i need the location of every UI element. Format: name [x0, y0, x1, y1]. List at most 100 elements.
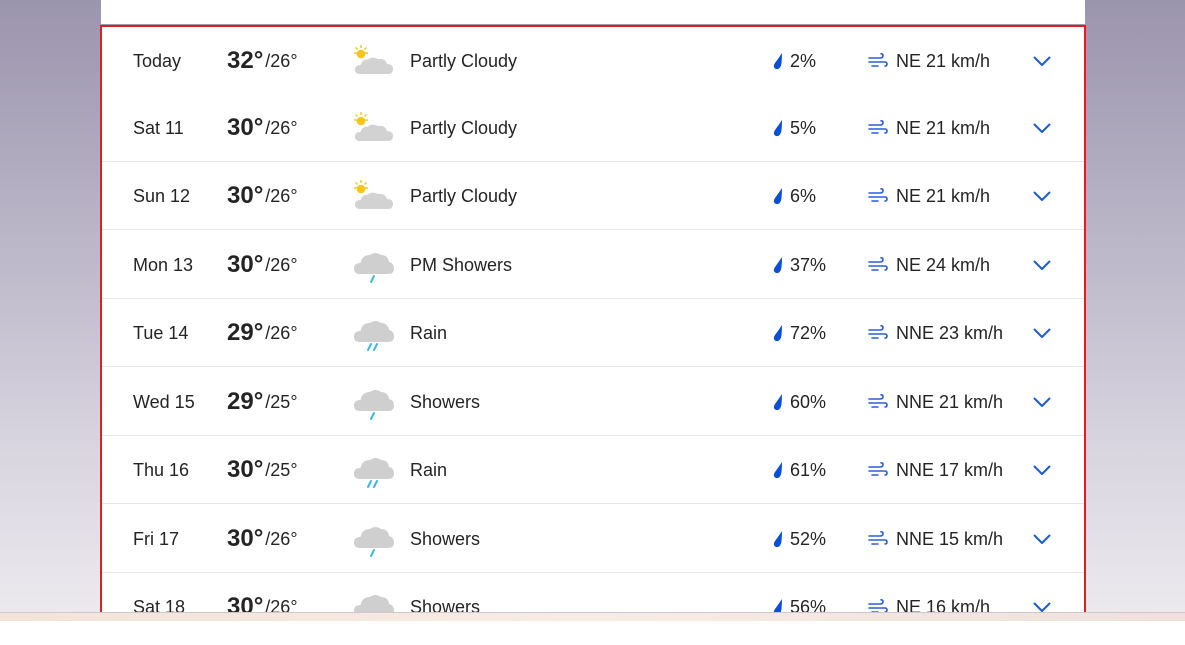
precip-value: 60% [790, 391, 827, 412]
precip-value: 61% [790, 459, 827, 480]
chevron-down-icon[interactable] [1030, 436, 1054, 504]
low-temp: /25° [265, 391, 298, 412]
rain-icon [351, 436, 395, 504]
low-temp: /26° [265, 254, 298, 275]
chevron-down-icon[interactable] [1030, 368, 1054, 436]
forecast-row[interactable]: Mon 13 30°/26° PM Showers 37% NE 24 km/h [102, 231, 1084, 299]
raindrop-icon [773, 394, 782, 411]
wind-value: NE 24 km/h [896, 254, 991, 275]
high-temp: 30° [227, 251, 264, 278]
chevron-down-icon[interactable] [1030, 231, 1054, 299]
wind: NE 24 km/h [868, 231, 990, 299]
forecast-row[interactable]: Sat 11 30°/26° Partly Cloudy 5% NE 21 km/h [102, 94, 1084, 162]
raindrop-icon [773, 53, 782, 70]
chevron-down-icon[interactable] [1030, 299, 1054, 367]
forecast-day: Wed 15 [133, 391, 195, 412]
forecast-temps: 30°/26° [227, 94, 298, 162]
precipitation: 2% [772, 27, 816, 95]
wind-icon [868, 257, 888, 271]
chevron-down-icon[interactable] [1030, 27, 1054, 95]
partly-cloudy-icon [351, 94, 395, 162]
raindrop-icon [773, 325, 782, 342]
forecast-row[interactable]: Fri 17 30°/26° Showers 52% NNE 15 km/h [102, 505, 1084, 573]
forecast-day: Sat 11 [133, 117, 184, 138]
showers-icon [351, 231, 395, 299]
precip-value: 5% [790, 117, 817, 138]
forecast-temps: 29°/26° [227, 299, 298, 367]
wind: NNE 23 km/h [868, 299, 1003, 367]
showers-icon [351, 368, 395, 436]
low-temp: /26° [265, 50, 298, 71]
wind-icon [868, 53, 888, 67]
wind-icon [868, 462, 888, 476]
forecast-row[interactable]: Tue 14 29°/26° Rain 72% NNE 23 km/h [102, 299, 1084, 367]
precip-value: 6% [790, 185, 817, 206]
wind: NE 21 km/h [868, 162, 990, 230]
forecast-row[interactable]: Today 32°/26° Partly Cloudy 2% NE 21 km/h [102, 27, 1084, 95]
low-temp: /26° [265, 528, 298, 549]
forecast-day: Mon 13 [133, 254, 194, 275]
forecast-condition: Partly Cloudy [410, 117, 518, 138]
low-temp: /25° [265, 459, 298, 480]
forecast-day: Fri 17 [133, 528, 180, 549]
precip-value: 37% [790, 254, 827, 275]
wind-value: NE 21 km/h [896, 117, 991, 138]
forecast-temps: 32°/26° [227, 27, 298, 95]
chevron-down-icon[interactable] [1030, 162, 1054, 230]
wind: NE 21 km/h [868, 94, 990, 162]
raindrop-icon [773, 188, 782, 205]
forecast-temps: 30°/26° [227, 162, 298, 230]
precipitation: 52% [772, 505, 826, 573]
forecast-day: Tue 14 [133, 322, 189, 343]
wind-value: NNE 23 km/h [896, 322, 1004, 343]
forecast-row[interactable]: Wed 15 29°/25° Showers 60% NNE 21 km/h [102, 368, 1084, 436]
forecast-temps: 30°/25° [227, 436, 298, 504]
high-temp: 29° [227, 388, 264, 415]
forecast-condition: Showers [410, 391, 481, 412]
forecast-temps: 30°/26° [227, 231, 298, 299]
chevron-down-icon[interactable] [1030, 505, 1054, 573]
precip-value: 72% [790, 322, 827, 343]
forecast-condition: Partly Cloudy [410, 185, 518, 206]
forecast-condition: Showers [410, 528, 481, 549]
precipitation: 37% [772, 231, 826, 299]
forecast-day: Thu 16 [133, 459, 190, 480]
precipitation: 5% [772, 94, 816, 162]
wind-value: NNE 21 km/h [896, 391, 1004, 412]
precipitation: 72% [772, 299, 826, 367]
precip-value: 52% [790, 528, 827, 549]
bottom-edge [0, 612, 1185, 645]
forecast-temps: 30°/26° [227, 505, 298, 573]
high-temp: 30° [227, 114, 264, 141]
partly-cloudy-icon [351, 27, 395, 95]
raindrop-icon [773, 531, 782, 548]
previous-card [101, 0, 1085, 24]
wind-value: NE 21 km/h [896, 185, 991, 206]
low-temp: /26° [265, 322, 298, 343]
wind-icon [868, 394, 888, 408]
forecast-row[interactable]: Sun 12 30°/26° Partly Cloudy 6% NE 21 km/h [102, 162, 1084, 230]
wind-icon [868, 531, 888, 545]
high-temp: 32° [227, 47, 264, 74]
high-temp: 29° [227, 319, 264, 346]
wind-value: NE 21 km/h [896, 50, 991, 71]
forecast-day: Sun 12 [133, 185, 191, 206]
wind: NNE 21 km/h [868, 368, 1003, 436]
precipitation: 61% [772, 436, 826, 504]
forecast-condition: Rain [410, 459, 448, 480]
chevron-down-icon[interactable] [1030, 94, 1054, 162]
high-temp: 30° [227, 525, 264, 552]
partly-cloudy-icon [351, 162, 395, 230]
high-temp: 30° [227, 456, 264, 483]
showers-icon [351, 505, 395, 573]
wind-icon [868, 120, 888, 134]
precipitation: 60% [772, 368, 826, 436]
high-temp: 30° [227, 182, 264, 209]
low-temp: /26° [265, 185, 298, 206]
forecast-row[interactable]: Thu 16 30°/25° Rain 61% NNE 17 km/h [102, 436, 1084, 504]
forecast-condition: PM Showers [410, 254, 513, 275]
daily-forecast-list: Today 32°/26° Partly Cloudy 2% NE 21 km/h Sat… [100, 25, 1086, 622]
forecast-condition: Rain [410, 322, 448, 343]
forecast-day: Today [133, 50, 182, 71]
wind-icon [868, 188, 888, 202]
